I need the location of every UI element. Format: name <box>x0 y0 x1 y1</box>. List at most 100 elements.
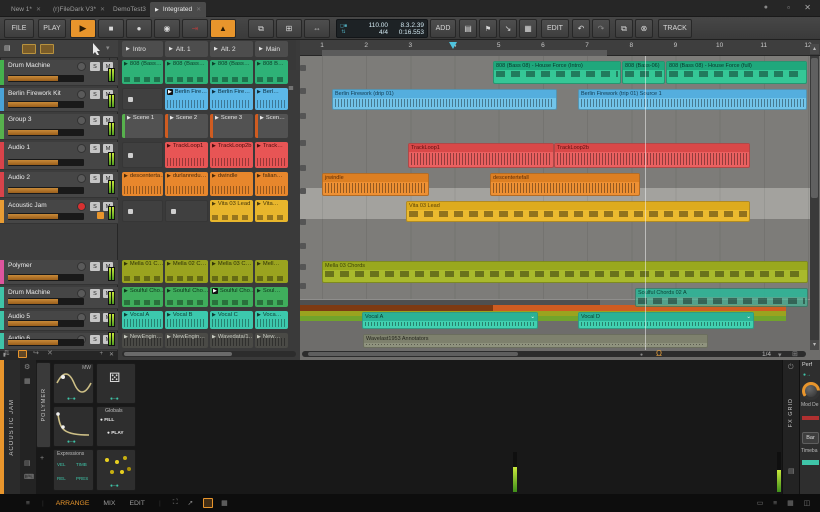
bar-button[interactable]: Bar <box>802 432 819 444</box>
launcher-clip[interactable]: ▶Soulful Cho… <box>165 287 208 307</box>
tab-edit[interactable]: EDIT <box>129 500 144 507</box>
add-modulator-icon[interactable]: + <box>40 455 44 462</box>
scroll-down-icon[interactable]: ▾ <box>810 340 819 350</box>
launcher-clip[interactable]: ▶Berl… <box>255 88 288 110</box>
document-tab[interactable]: New 1*✕ <box>6 2 46 17</box>
document-tab[interactable]: (r)FileDark V3*✕ <box>48 2 110 17</box>
launcher-clip[interactable]: ▶Mell… <box>255 260 288 283</box>
arranger-clip[interactable]: jrwindle <box>322 173 429 196</box>
modulator-random-tile[interactable]: ⚄ ●–● <box>96 363 136 404</box>
record-arm-button[interactable] <box>77 262 86 271</box>
volume-fader[interactable] <box>8 339 84 346</box>
undo-button[interactable]: ↶ <box>572 19 590 38</box>
track-name[interactable]: Drum Machine <box>8 289 50 296</box>
launcher-clip[interactable]: ▶Vita… <box>255 200 288 222</box>
launcher-clip[interactable]: ▶Track… <box>255 142 288 168</box>
tab-mix[interactable]: MIX <box>103 500 115 507</box>
track-header[interactable]: Acoustic JamSM <box>0 200 118 224</box>
launcher-clip[interactable]: ▶TrackLoop2b <box>210 142 253 168</box>
io-toggle-icon[interactable] <box>22 44 36 54</box>
launcher-clip[interactable]: ▶808 (Bass… <box>165 60 208 84</box>
arranger-clip[interactable]: Soulful Chords 02 A <box>635 288 808 307</box>
solo-button[interactable]: S <box>90 313 100 322</box>
lane-stop-button[interactable] <box>300 140 306 146</box>
follow-icon[interactable]: ↪ <box>33 350 39 357</box>
volume-fader[interactable] <box>8 159 84 166</box>
track-header[interactable]: Group 3▱SM <box>0 114 118 140</box>
launcher-clip[interactable]: ▶descenterta… <box>122 172 163 196</box>
duplicate-button[interactable]: ⧉ <box>615 19 633 38</box>
fx-power-icon[interactable]: ⏻ <box>788 364 794 371</box>
record-button[interactable]: ● <box>126 19 152 38</box>
lane-stop-button[interactable] <box>300 219 306 225</box>
transport-display[interactable]: ◻■⇅ 110.004/4 8.3.2.390:16.553 <box>336 19 428 38</box>
track-name[interactable]: Audio 5 <box>8 313 30 320</box>
loop-toggle-icon[interactable]: ⛶ <box>173 499 178 507</box>
launcher-clip[interactable]: ▶TrackLoop1 <box>165 142 208 168</box>
launcher-clip[interactable]: ▶durlanredu… <box>165 172 208 196</box>
arranger-hscrollbar[interactable] <box>302 351 806 357</box>
lane-stop-button[interactable] <box>300 283 306 289</box>
scroll-up-icon[interactable]: ▴ <box>810 44 819 54</box>
grid-icon[interactable]: ▦ <box>519 19 537 38</box>
launcher-clip[interactable]: ▶Vocal C <box>210 311 253 329</box>
launcher-clip[interactable]: ▶Soul… <box>255 287 288 307</box>
modulator-envelope-tile[interactable]: ●–● <box>53 406 94 447</box>
solo-button[interactable]: S <box>90 174 100 183</box>
loop-region[interactable] <box>322 50 607 56</box>
launcher-clip[interactable]: ▶Mella 01 C… <box>122 260 163 283</box>
track-name[interactable]: Berlin Firework Kit <box>8 90 61 97</box>
punch-in-button[interactable]: ⇥ <box>182 19 208 38</box>
gear-icon[interactable]: ⚙ <box>24 364 30 371</box>
track-header[interactable]: Audio 2SM <box>0 172 118 198</box>
jump-icon[interactable]: ↘ <box>499 19 517 38</box>
lane-stop-button[interactable] <box>300 88 306 94</box>
volume-fader[interactable] <box>8 320 84 327</box>
dual-panel-icon[interactable]: ◫ <box>804 499 810 507</box>
modulator-expressions-tile[interactable]: Expressions VEL TIMB REL PRES <box>53 449 94 491</box>
record-arm-button[interactable] <box>77 144 86 153</box>
track-header[interactable]: Drum MachineSM <box>0 287 118 309</box>
sort-icon[interactable]: ⇅ <box>4 350 10 357</box>
inspector-toggle-icon[interactable]: ≡ <box>773 500 777 507</box>
launcher-clip[interactable]: ▶Soulful Cho… <box>122 287 163 307</box>
pointer-tool-icon[interactable] <box>92 43 102 55</box>
volume-fader[interactable] <box>8 274 84 281</box>
close-button[interactable]: ✕ <box>804 3 811 12</box>
track-header[interactable]: Audio 1SM <box>0 142 118 170</box>
record-arm-button[interactable] <box>77 90 86 99</box>
scene-cell[interactable]: ▶Scen… <box>255 114 288 138</box>
solo-button[interactable]: S <box>90 62 100 71</box>
solo-button[interactable]: S <box>90 335 100 344</box>
modulator-globals-tile[interactable]: Globals ● FILL ● PLAY <box>96 406 136 447</box>
scene-header[interactable]: ▶Intro <box>122 41 163 57</box>
volume-fader[interactable] <box>8 129 84 136</box>
arranger-clip[interactable]: TrackLoop1 <box>408 143 554 168</box>
metronome-button[interactable]: ▲ <box>210 19 236 38</box>
track-name[interactable]: Group 3 <box>8 116 32 123</box>
arranger-clip[interactable]: 808 (Bass-06) <box>622 61 665 84</box>
close-tab-icon[interactable]: ✕ <box>100 6 105 13</box>
launcher-stop-cell[interactable] <box>165 200 208 222</box>
launcher-clip[interactable]: ▶Mella 03 C… <box>210 260 253 283</box>
timeline-ruler[interactable]: 123456789101112 <box>300 40 820 56</box>
track-header[interactable]: Berlin Firework KitSM <box>0 88 118 112</box>
scene-header[interactable]: ▶Main <box>255 41 288 57</box>
arranger-clip[interactable]: Mella 03 Chords <box>322 261 808 283</box>
panel-menu-icon[interactable]: ≡ <box>26 500 30 507</box>
track-name[interactable]: Acoustic Jam <box>8 202 47 209</box>
grid-toggle-icon[interactable]: ▦ <box>221 499 227 507</box>
clip-launcher-toggle-icon[interactable] <box>203 498 213 508</box>
volume-fader[interactable] <box>8 187 84 194</box>
pin-icon[interactable] <box>18 350 27 358</box>
launcher-clip[interactable]: ▶Voca… <box>255 311 288 329</box>
launcher-stop-cell[interactable] <box>122 200 163 222</box>
playstart-marker[interactable] <box>449 42 457 49</box>
browser-toggle-icon[interactable]: ▭ <box>757 499 763 507</box>
arranger-clip[interactable]: descentertefall <box>490 173 640 196</box>
launcher-clip[interactable]: ▶Vita 03 Lead <box>210 200 253 222</box>
lane-stop-button[interactable] <box>300 65 306 71</box>
scene-cell[interactable]: ▶Scene 3 <box>210 114 253 138</box>
arranger-clip[interactable]: Vocal A⌄ <box>362 312 538 329</box>
arranger-vscrollbar[interactable] <box>810 56 819 340</box>
